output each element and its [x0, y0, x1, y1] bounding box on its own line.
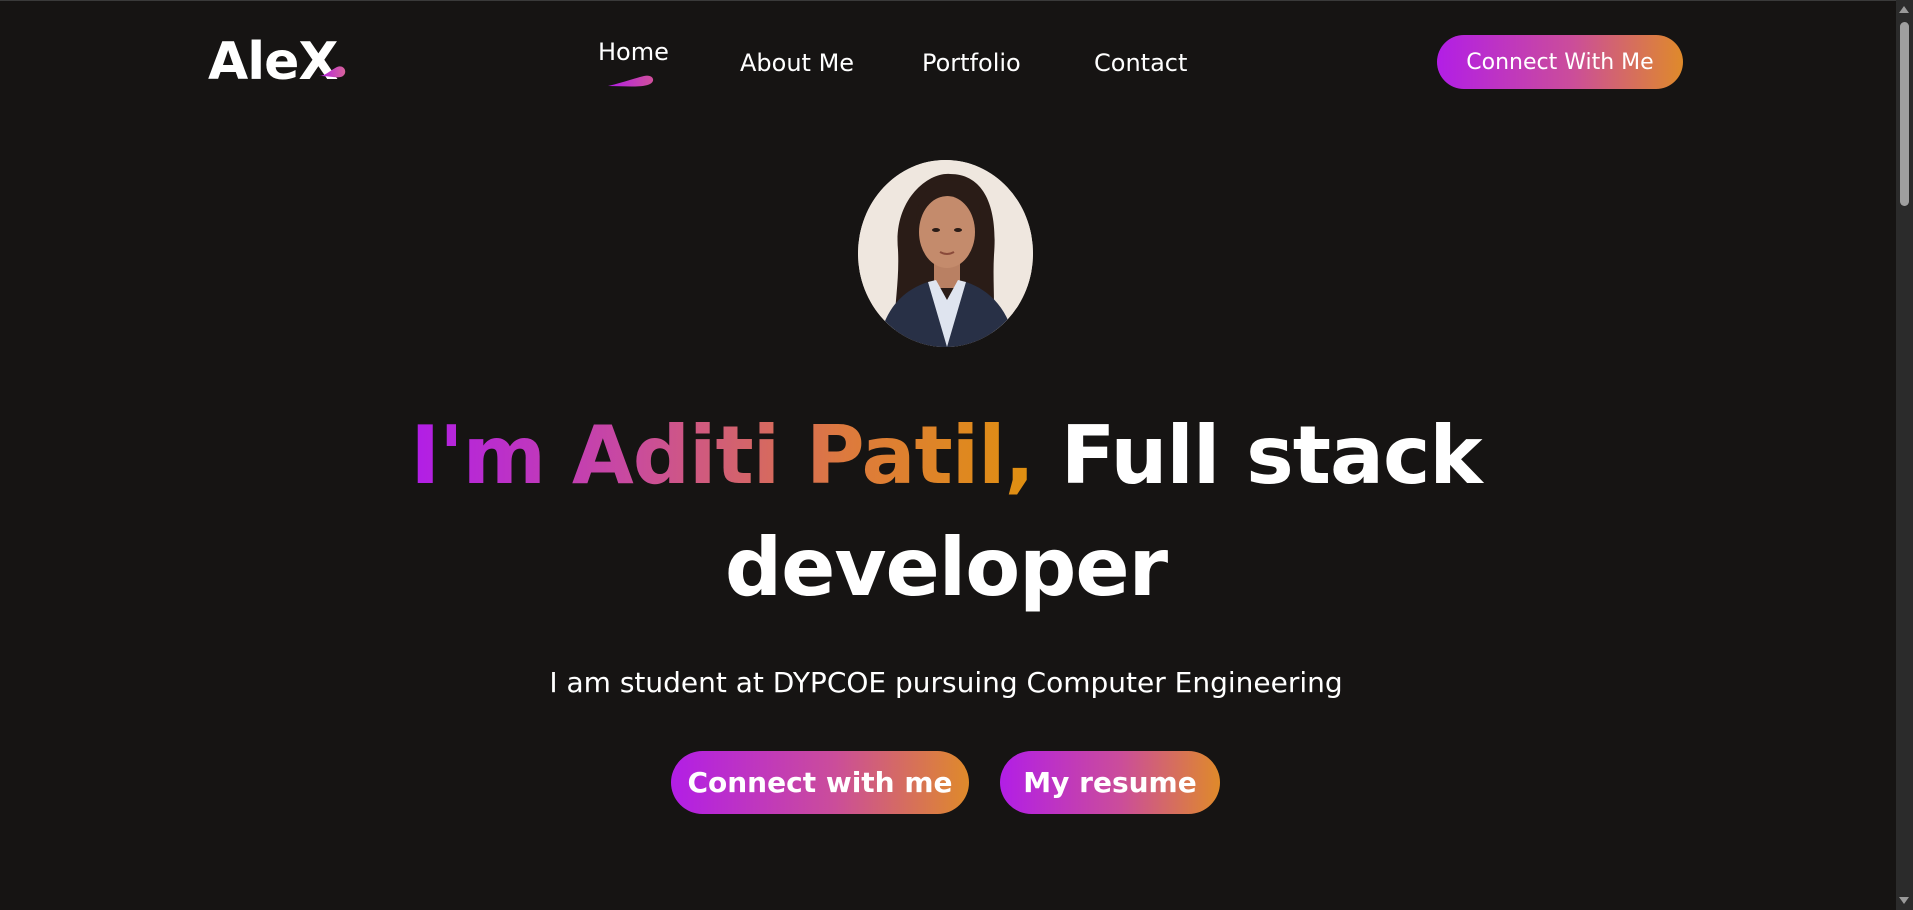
nav-contact[interactable]: Contact — [1094, 48, 1187, 78]
hero-title-name: I'm Aditi Patil, — [410, 409, 1035, 502]
profile-photo-icon — [858, 160, 1033, 347]
logo-accent-icon — [319, 66, 346, 78]
scroll-up-arrow-icon[interactable] — [1899, 6, 1909, 13]
nav-home[interactable]: Home — [598, 37, 669, 67]
hero-title: I'm Aditi Patil, Full stack developer — [380, 400, 1512, 624]
nav-about-me[interactable]: About Me — [740, 48, 854, 78]
my-resume-button[interactable]: My resume — [1000, 751, 1220, 814]
scrollbar-thumb[interactable] — [1900, 22, 1909, 206]
connect-with-me-nav-button[interactable]: Connect With Me — [1437, 35, 1683, 89]
connect-with-me-button[interactable]: Connect with me — [671, 751, 969, 814]
profile-photo — [858, 160, 1033, 347]
vertical-scrollbar[interactable] — [1896, 0, 1913, 910]
nav-active-indicator-icon — [608, 75, 654, 87]
hero-title-role-line1: Full stack — [1060, 409, 1483, 502]
nav-portfolio[interactable]: Portfolio — [922, 48, 1021, 78]
scroll-down-arrow-icon[interactable] — [1899, 897, 1909, 904]
hero-subtitle: I am student at DYPCOE pursuing Computer… — [549, 666, 1343, 699]
page: AleX Home About Me Portfolio Contact Con… — [0, 0, 1913, 910]
hero-title-role-line2: developer — [724, 521, 1168, 614]
window-top-border — [0, 0, 1896, 1]
